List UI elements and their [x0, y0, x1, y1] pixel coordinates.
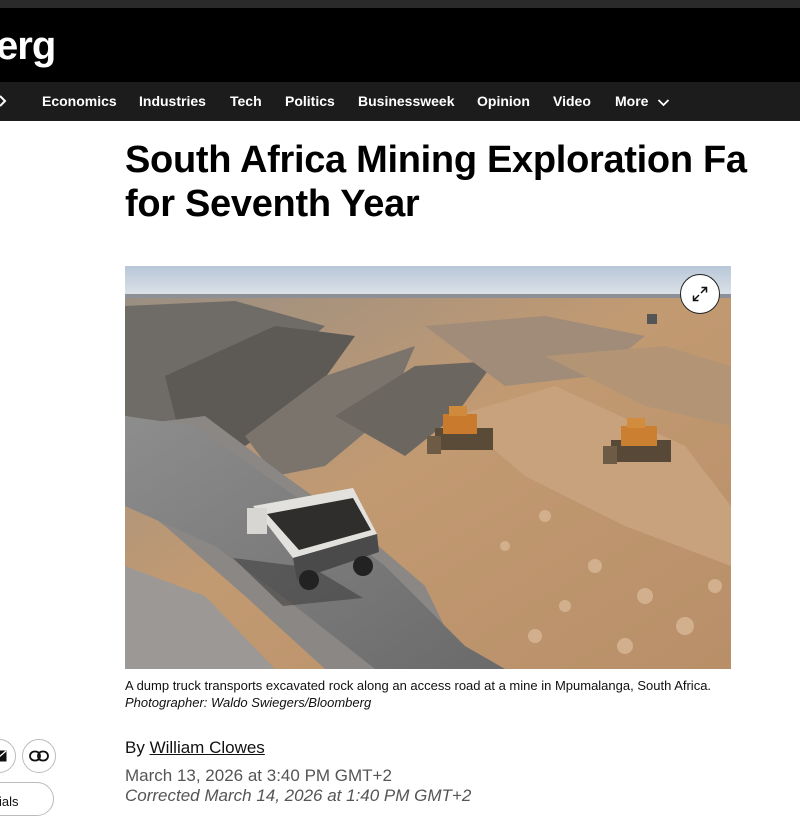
share-more-button[interactable]: ials — [0, 782, 54, 816]
headline-line-1: South Africa Mining Exploration Fa — [125, 139, 747, 181]
publish-date: March 13, 2026 at 3:40 PM GMT+2 — [125, 766, 392, 785]
expand-image-button[interactable] — [680, 274, 720, 314]
mine-photo — [125, 266, 731, 669]
headline-line-2: for Seventh Year — [125, 183, 420, 225]
image-caption: A dump truck transports excavated rock a… — [125, 677, 735, 711]
window-top-strip — [0, 0, 800, 8]
author-link[interactable]: William Clowes — [150, 738, 265, 757]
nav-more-label: More — [615, 93, 649, 109]
chevron-down-icon — [658, 99, 670, 107]
nav-item-video[interactable]: Video — [553, 93, 591, 109]
share-more-label: ials — [0, 794, 19, 809]
nav-item-businessweek[interactable]: Businessweek — [358, 93, 455, 109]
hero-image — [125, 266, 731, 669]
expand-icon — [692, 286, 708, 302]
email-icon — [0, 750, 7, 762]
nav-item-industries[interactable]: Industries — [139, 93, 206, 109]
nav-item-tech[interactable]: Tech — [230, 93, 262, 109]
chevron-right-icon[interactable] — [0, 90, 8, 117]
caption-text: A dump truck transports excavated rock a… — [125, 678, 712, 693]
nav-item-politics[interactable]: Politics — [285, 93, 335, 109]
article-headline: South Africa Mining Exploration Fa for S… — [125, 138, 800, 226]
photo-credit: Photographer: Waldo Swiegers/Bloomberg — [125, 695, 372, 710]
email-share-button[interactable] — [0, 739, 16, 773]
byline-prefix: By — [125, 738, 145, 757]
nav-item-opinion[interactable]: Opinion — [477, 93, 530, 109]
site-logo[interactable]: erg — [0, 22, 56, 70]
corrected-date: Corrected March 14, 2026 at 1:40 PM GMT+… — [125, 786, 472, 805]
link-icon — [29, 750, 49, 762]
copy-link-button[interactable] — [22, 739, 56, 773]
site-header: erg — [0, 8, 800, 82]
nav-more-menu[interactable]: More — [615, 93, 670, 109]
byline: By William Clowes — [125, 738, 265, 758]
primary-nav: Economics Industries Tech Politics Busin… — [0, 82, 800, 121]
nav-item-economics[interactable]: Economics — [42, 93, 117, 109]
